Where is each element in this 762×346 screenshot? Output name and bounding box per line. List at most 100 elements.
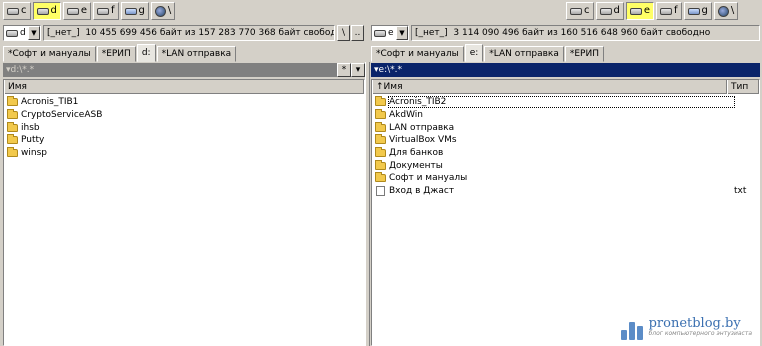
file-row[interactable]: Putty	[4, 134, 364, 147]
disk-drive-icon	[36, 7, 49, 15]
watermark: pronetblog.by блог компьютерного энтузиа…	[620, 314, 752, 340]
file-name: Софт и мануалы	[389, 173, 468, 184]
drive-letter: c	[584, 5, 590, 16]
watermark-tagline: блог компьютерного энтузиаста	[648, 330, 752, 337]
panel-splitter[interactable]	[365, 62, 370, 346]
disk-drive-icon	[660, 7, 673, 15]
right-file-list[interactable]: ↑Имя Тип Acronis_TIB2 AkdWin LAN отправка V…	[371, 79, 760, 346]
network-globe-icon	[717, 5, 729, 17]
file-name: Acronis_TIB1	[21, 97, 79, 108]
drive-button[interactable]: e	[625, 2, 655, 20]
drive-button[interactable]: d	[595, 2, 624, 20]
folder-icon	[7, 134, 18, 145]
file-name: Acronis_TIB2	[388, 96, 735, 109]
right-path-bar[interactable]: ▾ e:\*.*	[371, 63, 760, 77]
right-drive-combo-value: e	[388, 28, 394, 38]
logo-bars-icon	[620, 314, 643, 340]
folder-tab[interactable]: *ЕРИП	[96, 46, 136, 62]
watermark-site: pronetblog.by	[648, 316, 741, 331]
drive-button[interactable]: \	[713, 2, 739, 20]
file-name: CryptoServiceASB	[21, 110, 103, 121]
right-path: e:\*.*	[378, 65, 402, 75]
file-row[interactable]: Acronis_TIB2	[372, 96, 759, 109]
disk-drive-icon	[66, 7, 79, 15]
chevron-down-icon[interactable]: ▼	[28, 26, 40, 40]
drive-letter: \	[730, 5, 735, 16]
file-name: winsp	[21, 148, 47, 159]
folder-icon	[375, 109, 386, 120]
file-row[interactable]: winsp	[4, 147, 364, 160]
folder-icon	[7, 109, 18, 120]
file-name: Для банков	[389, 148, 444, 159]
file-row[interactable]: ihsb	[4, 121, 364, 134]
file-row[interactable]: AkdWin	[372, 109, 759, 122]
folder-tab[interactable]: e:	[464, 44, 484, 62]
disk-drive-icon	[97, 7, 110, 15]
file-row[interactable]: CryptoServiceASB	[4, 109, 364, 122]
file-name: LAN отправка	[389, 122, 455, 133]
drive-letter: d	[613, 5, 620, 16]
left-path-bar[interactable]: ▾ d:\*.* * ▾	[3, 63, 365, 77]
folder-tab[interactable]: *LAN отправка	[484, 46, 564, 62]
drive-button[interactable]: c	[3, 2, 31, 20]
drive-letter: g	[138, 5, 145, 16]
folder-icon	[375, 159, 386, 170]
root-dir-button[interactable]: \	[337, 25, 350, 41]
folder-tab[interactable]: *Софт и мануалы	[371, 46, 464, 62]
filter-star-button[interactable]: *	[337, 63, 351, 77]
folder-icon	[375, 121, 386, 132]
file-row[interactable]: LAN отправка	[372, 121, 759, 134]
disk-drive-icon	[570, 7, 582, 15]
network-drive-icon	[687, 7, 700, 15]
folder-icon	[7, 147, 18, 158]
column-type-header[interactable]: Тип	[727, 80, 759, 94]
file-row[interactable]: Вход в Джаст txt	[372, 185, 759, 198]
file-name: Putty	[21, 135, 45, 146]
chevron-down-icon[interactable]: ▼	[396, 26, 408, 40]
history-dropdown-button[interactable]: ▾	[351, 63, 365, 77]
column-name-header[interactable]: Имя	[4, 80, 364, 94]
drive-button[interactable]: g	[683, 2, 712, 20]
drive-button[interactable]: e	[62, 2, 92, 20]
drive-button[interactable]: \	[150, 2, 176, 20]
file-row[interactable]: Для банков	[372, 147, 759, 160]
folder-tab[interactable]: *Софт и мануалы	[3, 46, 96, 62]
folder-icon	[375, 172, 386, 183]
file-name: ihsb	[21, 122, 40, 133]
left-drive-info: [_нет_] 10 455 699 456 байт из 157 283 7…	[43, 25, 335, 41]
network-drive-icon	[124, 7, 137, 15]
left-drive-combo[interactable]: d ▼	[3, 25, 41, 41]
folder-tab[interactable]: *LAN отправка	[156, 46, 237, 62]
file-row[interactable]: Софт и мануалы	[372, 172, 759, 185]
disk-drive-icon	[7, 7, 19, 15]
left-drive-combo-value: d	[20, 28, 26, 38]
drive-button[interactable]: g	[120, 2, 149, 20]
folder-tab[interactable]: d:	[136, 44, 156, 62]
file-row[interactable]: Acronis_TIB1	[4, 96, 364, 109]
right-list-header: ↑Имя Тип	[372, 80, 759, 94]
folder-icon	[7, 121, 18, 132]
file-name: Вход в Джаст	[389, 186, 455, 197]
column-name-header[interactable]: ↑Имя	[372, 80, 727, 94]
drive-button[interactable]: d	[32, 2, 61, 20]
file-name: AkdWin	[389, 110, 423, 121]
drive-button[interactable]: f	[656, 2, 682, 20]
file-row[interactable]: Документы	[372, 159, 759, 172]
folder-icon	[375, 147, 386, 158]
drive-letter: \	[167, 5, 172, 16]
file-row[interactable]: VirtualBox VMs	[372, 134, 759, 147]
file-name: Документы	[389, 160, 443, 171]
network-globe-icon	[154, 5, 166, 17]
drive-button[interactable]: c	[566, 2, 594, 20]
folder-tab[interactable]: *ЕРИП	[564, 46, 604, 62]
file-name: VirtualBox VMs	[389, 135, 457, 146]
right-drive-combo[interactable]: e ▼	[371, 25, 409, 41]
file-icon	[376, 186, 385, 197]
drive-letter: f	[111, 5, 115, 16]
parent-dir-button[interactable]: ..	[351, 25, 364, 41]
drive-button[interactable]: f	[93, 2, 119, 20]
left-list-header: Имя	[4, 80, 364, 94]
folder-icon	[375, 134, 386, 145]
folder-icon	[7, 96, 18, 107]
left-file-list[interactable]: Имя Acronis_TIB1 CryptoServiceASB ihsb Putt…	[3, 79, 365, 346]
